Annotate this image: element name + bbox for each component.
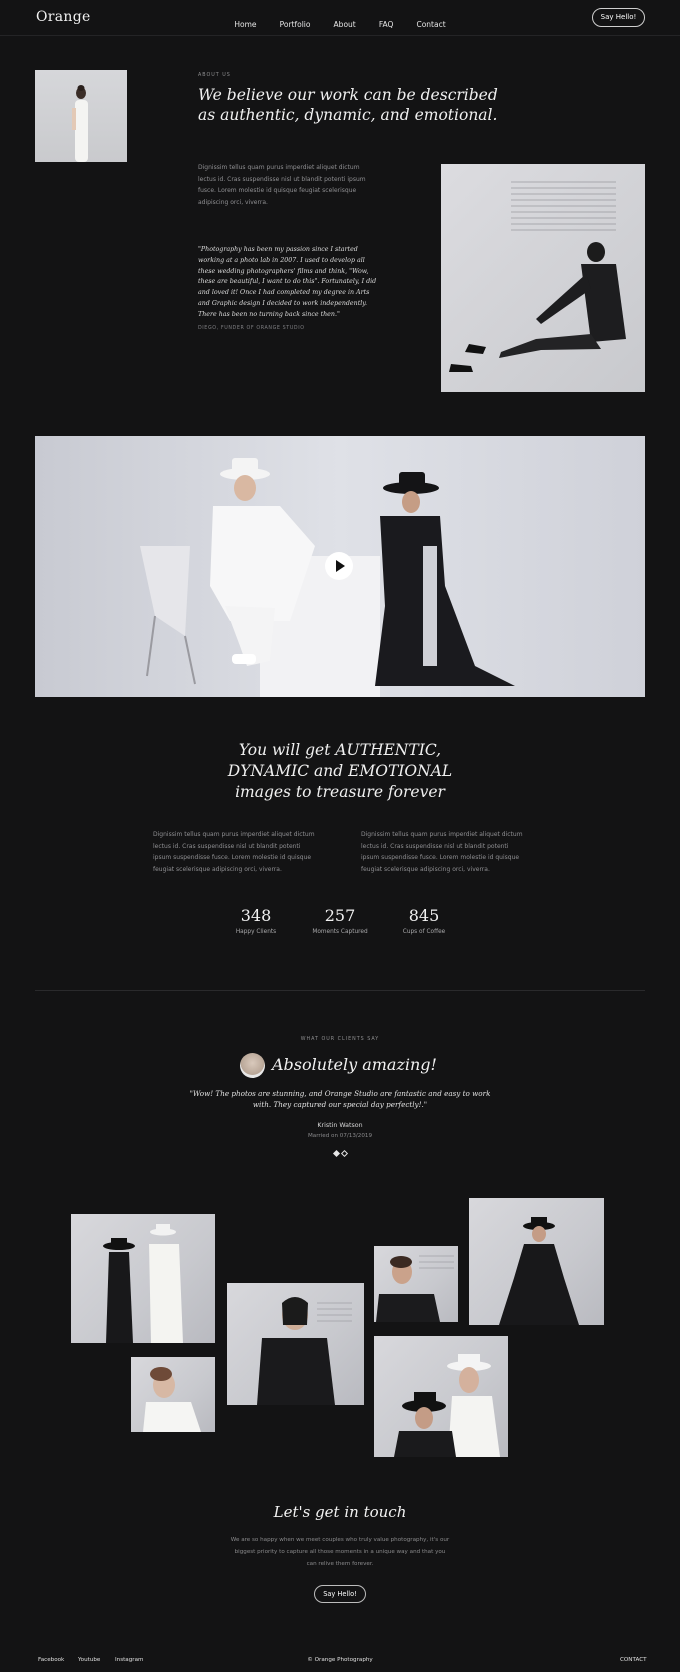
man-figure-icon [376, 1255, 454, 1322]
stat-label-moments: Moments Captured [312, 929, 368, 935]
slider-dot-active[interactable] [332, 1149, 341, 1158]
editorial-photo [441, 164, 645, 392]
say-hello-button[interactable]: Say Hello! [592, 8, 645, 27]
nav-portfolio[interactable]: Portfolio [280, 20, 311, 29]
gallery-photo-couple[interactable] [71, 1214, 215, 1343]
nav-home[interactable]: Home [234, 20, 256, 29]
testimonial-heading: Absolutely amazing! [272, 1055, 437, 1074]
promise-column-left: Dignissim tellus quam purus imperdiet al… [153, 831, 315, 873]
seated-model-figure-icon [449, 181, 626, 372]
gallery-photo-duo[interactable] [374, 1336, 508, 1457]
about-paragraph: Dignissim tellus quam purus imperdiet al… [198, 164, 366, 206]
promise-column-right: Dignissim tellus quam purus imperdiet al… [361, 831, 523, 873]
portrait-figure-icon [143, 1367, 201, 1432]
client-date: Married on 07/13/2019 [307, 1133, 373, 1139]
about-eyebrow: ABOUT US [198, 73, 231, 78]
stat-label-coffee: Cups of Coffee [402, 929, 446, 935]
gallery-photo-dress[interactable] [469, 1198, 604, 1325]
nav-faq[interactable]: FAQ [379, 20, 394, 29]
model-figure-icon [72, 85, 88, 162]
stat-value-coffee: 845 [408, 906, 440, 925]
stat-value-clients: 348 [240, 906, 272, 925]
nav-about[interactable]: About [334, 20, 356, 29]
testimonial-quote: "Wow! The photos are stunning, and Orang… [189, 1089, 491, 1109]
founder-quote: "Photography has been my passion since I… [198, 246, 377, 318]
gallery-photo-portrait[interactable] [131, 1357, 215, 1432]
play-button[interactable] [325, 552, 353, 580]
footer-contact-link[interactable]: CONTACT [620, 1657, 647, 1663]
couple-figures-icon [103, 1224, 183, 1343]
section-divider [35, 990, 645, 991]
promise-heading-line-2: DYNAMIC and EMOTIONAL [227, 762, 453, 780]
promise-heading: You will get AUTHENTIC, DYNAMIC and EMOT… [0, 740, 680, 803]
main-nav: Home Portfolio About FAQ Contact [0, 12, 680, 31]
client-avatar [240, 1053, 265, 1078]
promise-heading-line-3: images to treasure forever [235, 783, 445, 801]
dress-figure-icon [499, 1217, 579, 1325]
woman-figure-icon [257, 1297, 352, 1405]
contact-say-hello-button[interactable]: Say Hello! [314, 1585, 366, 1603]
stat-label-clients: Happy Clients [235, 929, 277, 935]
client-name: Kristin Watson [317, 1122, 363, 1129]
contact-paragraph: We are so happy when we meet couples who… [230, 1537, 450, 1567]
footer-copyright: © Orange Photography [307, 1657, 373, 1663]
about-heading: We believe our work can be described as … [198, 86, 498, 124]
gallery-photo-man[interactable] [374, 1246, 458, 1322]
portrait-photo [35, 70, 127, 162]
contact-heading: Let's get in touch [273, 1503, 407, 1521]
testimonial-eyebrow: WHAT OUR CLIENTS SAY [300, 1037, 380, 1042]
gallery-photo-woman[interactable] [227, 1283, 364, 1405]
promise-heading-line-1: You will get AUTHENTIC, [238, 741, 442, 759]
nav-contact[interactable]: Contact [416, 20, 445, 29]
slider-dot[interactable] [340, 1149, 349, 1158]
duo-figures-icon [394, 1354, 500, 1457]
stat-value-moments: 257 [324, 906, 356, 925]
founder-credit: DIEGO, FUNDER OF ORANGE STUDIO [198, 326, 305, 331]
